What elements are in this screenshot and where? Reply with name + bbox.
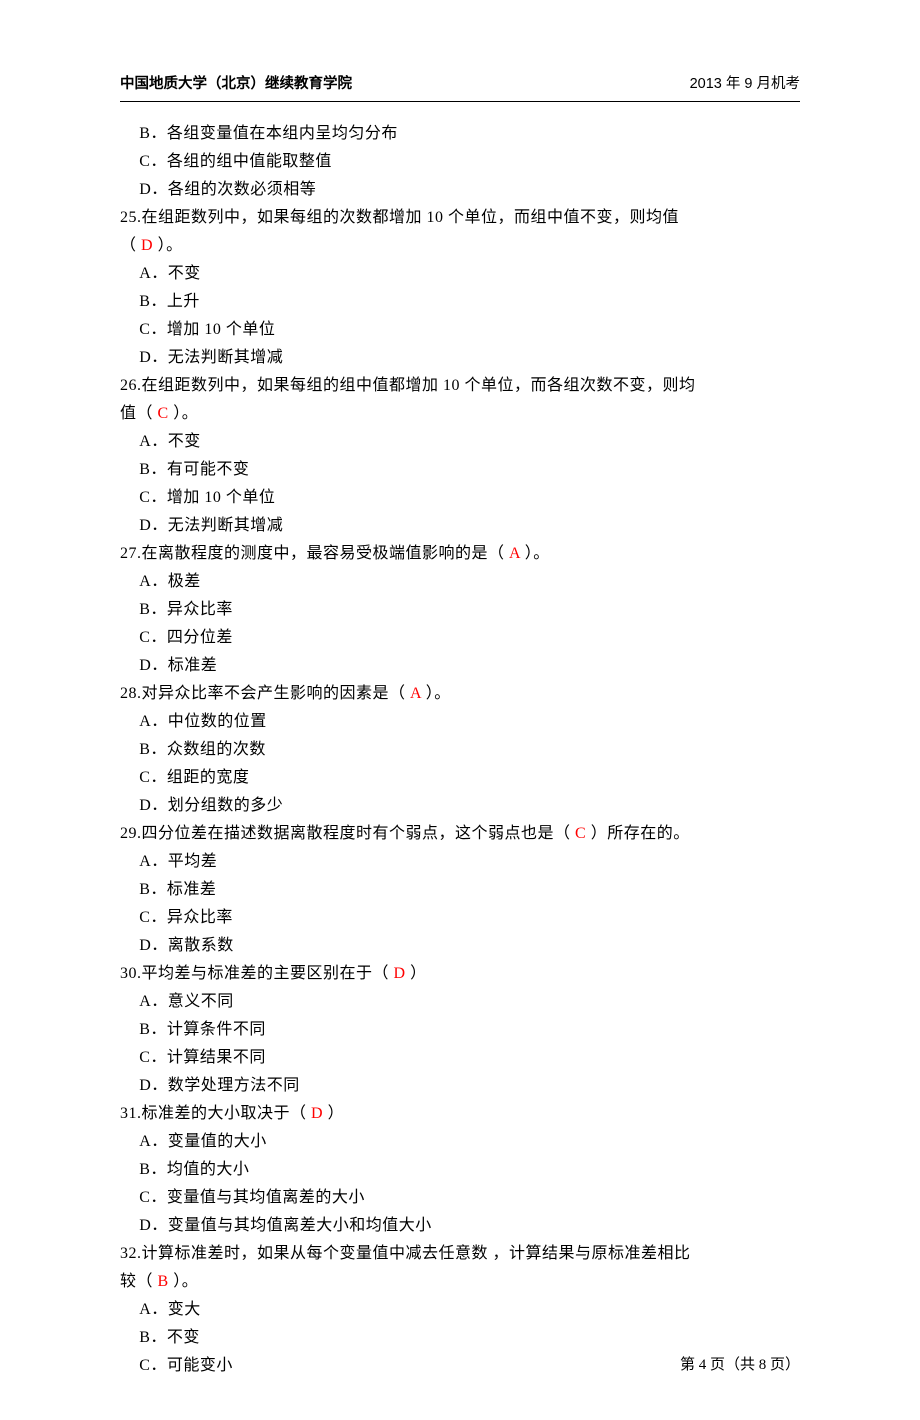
q32-line2: 较（ B ）。 <box>120 1268 800 1296</box>
q30-option-c: C．计算结果不同 <box>120 1044 800 1072</box>
header-right: 2013 年 9 月机考 <box>690 72 800 97</box>
q27-option-d: D．标准差 <box>120 652 800 680</box>
q30-option-d: D．数学处理方法不同 <box>120 1072 800 1100</box>
q29-option-b: B．标准差 <box>120 876 800 904</box>
q30-pre: 30.平均差与标准差的主要区别在于（ <box>120 965 394 982</box>
q29-answer: C <box>575 825 586 842</box>
q25-line1: 25.在组距数列中，如果每组的次数都增加 10 个单位，而组中值不变，则均值 <box>120 204 800 232</box>
q28-answer: A <box>410 685 421 702</box>
q31-post: ） <box>323 1105 344 1122</box>
q29-option-c: C．异众比率 <box>120 904 800 932</box>
q28-option-d: D．划分组数的多少 <box>120 792 800 820</box>
q32-answer: B <box>158 1273 169 1290</box>
q32-option-b: B．不变 <box>120 1324 800 1352</box>
q26-answer: C <box>158 405 169 422</box>
q30-answer: D <box>394 965 406 982</box>
page-header: 中国地质大学（北京）继续教育学院 2013 年 9 月机考 <box>120 72 800 97</box>
q28-option-a: A．中位数的位置 <box>120 708 800 736</box>
q30-option-b: B．计算条件不同 <box>120 1016 800 1044</box>
q31-stem: 31.标准差的大小取决于（ D ） <box>120 1100 800 1128</box>
q29-stem: 29.四分位差在描述数据离散程度时有个弱点，这个弱点也是（ C ）所存在的。 <box>120 820 800 848</box>
q25-option-c: C．增加 10 个单位 <box>120 316 800 344</box>
q29-option-a: A．平均差 <box>120 848 800 876</box>
q28-pre: 28.对异众比率不会产生影响的因素是（ <box>120 685 410 702</box>
q27-answer: A <box>509 545 520 562</box>
q25-line2: （ D ）。 <box>120 232 800 260</box>
header-rule <box>120 101 800 102</box>
pre-option-d: D．各组的次数必须相等 <box>120 176 800 204</box>
q26-option-a: A．不变 <box>120 428 800 456</box>
q30-stem: 30.平均差与标准差的主要区别在于（ D ） <box>120 960 800 988</box>
q28-stem: 28.对异众比率不会产生影响的因素是（ A ）。 <box>120 680 800 708</box>
q31-option-c: C．变量值与其均值离差的大小 <box>120 1184 800 1212</box>
q27-post: ）。 <box>520 545 550 562</box>
q26-option-d: D．无法判断其增减 <box>120 512 800 540</box>
pre-option-b: B．各组变量值在本组内呈均匀分布 <box>120 120 800 148</box>
q26-option-b: B．有可能不变 <box>120 456 800 484</box>
q32-line2-post: ）。 <box>169 1273 199 1290</box>
q27-pre: 27.在离散程度的测度中，最容易受极端值影响的是（ <box>120 545 509 562</box>
q27-stem: 27.在离散程度的测度中，最容易受极端值影响的是（ A ）。 <box>120 540 800 568</box>
q29-post: ）所存在的。 <box>586 825 690 842</box>
q30-post: ） <box>406 965 427 982</box>
q25-option-d: D．无法判断其增减 <box>120 344 800 372</box>
q25-line2-pre: （ <box>120 237 141 254</box>
q29-option-d: D．离散系数 <box>120 932 800 960</box>
page: 中国地质大学（北京）继续教育学院 2013 年 9 月机考 B．各组变量值在本组… <box>0 0 920 1420</box>
q31-option-d: D．变量值与其均值离差大小和均值大小 <box>120 1212 800 1240</box>
q28-post: ）。 <box>421 685 451 702</box>
q25-line2-post: ）。 <box>153 237 183 254</box>
q27-option-b: B．异众比率 <box>120 596 800 624</box>
q26-line2: 值（ C ）。 <box>120 400 800 428</box>
q31-pre: 31.标准差的大小取决于（ <box>120 1105 311 1122</box>
q32-line1: 32.计算标准差时，如果从每个变量值中减去任意数 ，计算结果与原标准差相比 <box>120 1240 800 1268</box>
q26-line2-post: ）。 <box>169 405 199 422</box>
q30-option-a: A．意义不同 <box>120 988 800 1016</box>
q32-line2-pre: 较（ <box>120 1273 158 1290</box>
q27-option-c: C．四分位差 <box>120 624 800 652</box>
q26-line2-pre: 值（ <box>120 405 158 422</box>
header-left: 中国地质大学（北京）继续教育学院 <box>120 72 352 97</box>
content: B．各组变量值在本组内呈均匀分布 C．各组的组中值能取整值 D．各组的次数必须相… <box>120 120 800 1380</box>
q26-option-c: C．增加 10 个单位 <box>120 484 800 512</box>
q25-answer: D <box>141 237 153 254</box>
q26-line1: 26.在组距数列中，如果每组的组中值都增加 10 个单位，而各组次数不变，则均 <box>120 372 800 400</box>
q31-answer: D <box>311 1105 323 1122</box>
q28-option-c: C．组距的宽度 <box>120 764 800 792</box>
q25-option-b: B．上升 <box>120 288 800 316</box>
q28-option-b: B．众数组的次数 <box>120 736 800 764</box>
q27-option-a: A．极差 <box>120 568 800 596</box>
page-footer: 第 4 页（共 8 页） <box>680 1352 800 1378</box>
q31-option-b: B．均值的大小 <box>120 1156 800 1184</box>
q29-pre: 29.四分位差在描述数据离散程度时有个弱点，这个弱点也是（ <box>120 825 575 842</box>
pre-option-c: C．各组的组中值能取整值 <box>120 148 800 176</box>
q31-option-a: A．变量值的大小 <box>120 1128 800 1156</box>
q25-option-a: A．不变 <box>120 260 800 288</box>
q32-option-a: A．变大 <box>120 1296 800 1324</box>
